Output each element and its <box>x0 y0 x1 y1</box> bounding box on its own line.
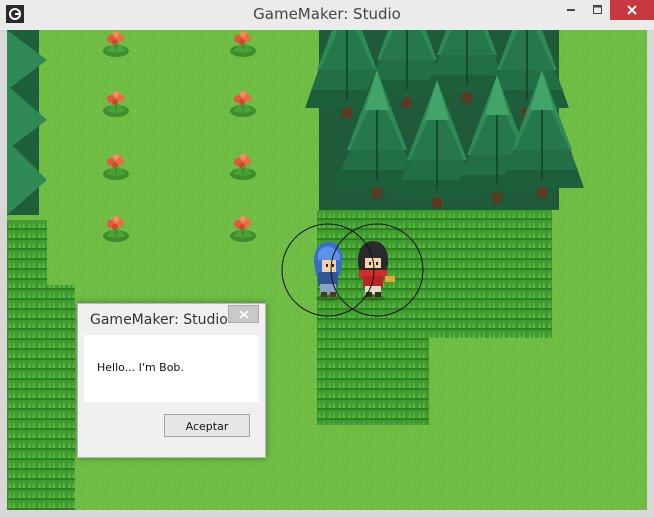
dialog-message: Hello... I'm Bob. <box>97 361 184 374</box>
maximize-icon <box>593 5 602 14</box>
dialog-body: Hello... I'm Bob. <box>84 335 259 402</box>
dialog-close-icon <box>239 310 249 319</box>
minimize-icon <box>567 9 575 11</box>
dialog-title: GameMaker: Studio <box>90 312 228 328</box>
ok-button[interactable]: Aceptar <box>164 414 250 437</box>
message-dialog: GameMaker: Studio Hello... I'm Bob. Acep… <box>77 303 266 458</box>
minimize-button[interactable] <box>558 0 584 20</box>
pine-forest <box>304 30 585 210</box>
close-icon <box>627 5 637 15</box>
title-bar[interactable]: GameMaker: Studio <box>0 0 654 31</box>
maximize-button[interactable] <box>584 0 610 20</box>
dialog-close-button[interactable] <box>228 305 259 323</box>
close-button[interactable] <box>610 0 654 20</box>
window-title: GameMaker: Studio <box>253 5 401 23</box>
game-window: GameMaker: Studio GameMaker: Studio Hell… <box>0 0 654 517</box>
